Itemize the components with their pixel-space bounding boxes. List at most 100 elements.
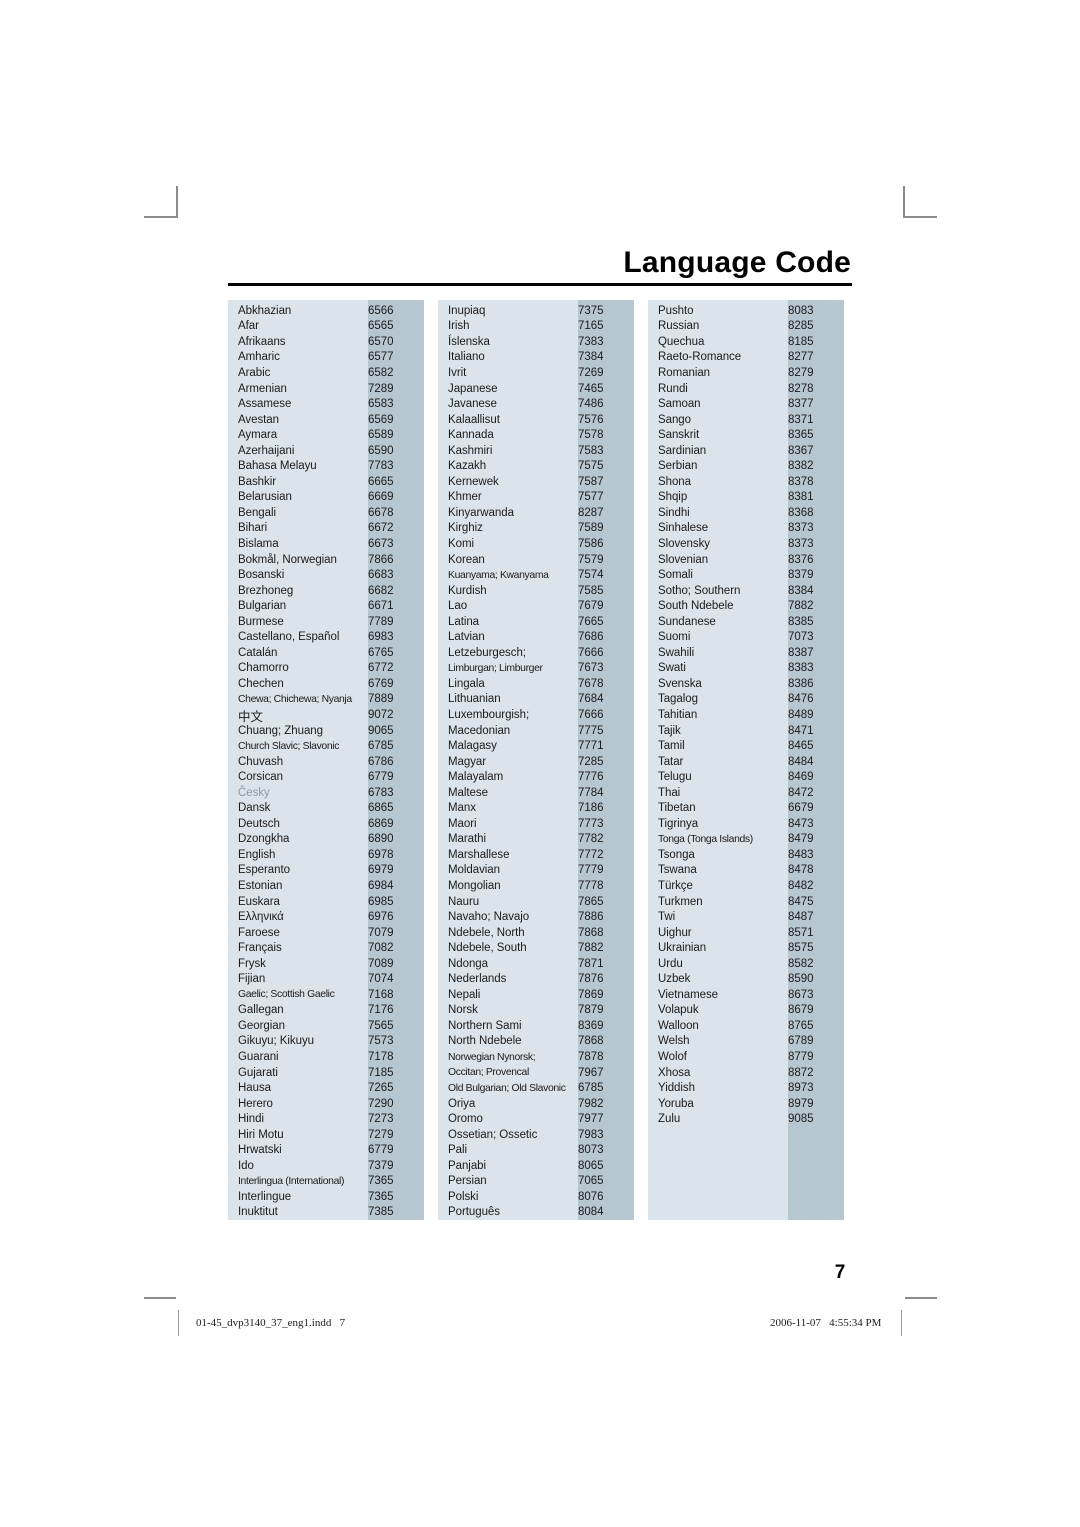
language-code: 6565 (368, 320, 394, 333)
language-name: Chewa; Chichewa; Nyanja (238, 693, 352, 705)
table-row: Yiddish 8973 (648, 1080, 844, 1096)
table-row: Thai 8472 (648, 785, 844, 801)
language-code: 7778 (578, 880, 604, 892)
language-name: Avestan (238, 413, 279, 426)
language-code: 8973 (788, 1082, 814, 1095)
language-name: Euskara (238, 895, 280, 908)
language-name: Nederlands (448, 973, 507, 986)
language-code: 6577 (368, 351, 394, 364)
table-row: Chuang; Zhuang 9065 (228, 723, 424, 739)
language-name: Lao (448, 600, 468, 613)
language-code: 8382 (788, 460, 814, 473)
language-name: Italiano (448, 351, 485, 364)
table-row: Shqip 8381 (648, 490, 844, 506)
language-code: 7289 (368, 382, 394, 395)
language-name: Gaelic; Scottish Gaelic (238, 989, 335, 1001)
language-name: Manx (448, 802, 476, 815)
language-code: 6789 (788, 1035, 814, 1048)
language-name: Moldavian (448, 864, 500, 877)
language-code: 7882 (578, 942, 604, 955)
language-code: 8465 (788, 740, 814, 753)
language-code: 7889 (368, 693, 394, 706)
table-row: Nederlands 7876 (438, 972, 634, 988)
language-name: Chechen (238, 677, 284, 690)
language-name: Somali (658, 569, 693, 582)
language-name: Samoan (658, 398, 701, 411)
table-row: Hausa 7265 (228, 1080, 424, 1096)
language-name: Quechua (658, 335, 705, 348)
language-name: Afrikaans (238, 335, 286, 348)
language-code: 8487 (788, 911, 814, 924)
table-row: Lithuanian 7684 (438, 692, 634, 708)
language-code: 7879 (578, 1004, 604, 1017)
table-row: Türkçe 8482 (648, 878, 844, 894)
column-1-rows: Abkhazian 6566 Afar 6565 Afrikaans 6570 Amhari… (228, 300, 424, 1220)
crop-mark-bottom-left-horizontal (144, 1297, 176, 1299)
table-row: Magyar 7285 (438, 754, 634, 770)
language-code: 6566 (368, 304, 394, 317)
table-row: Gikuyu; Kikuyu 7573 (228, 1034, 424, 1050)
page-number: 7 (834, 1262, 846, 1283)
table-row: Maltese 7784 (438, 785, 634, 801)
language-name: Hausa (238, 1082, 271, 1095)
table-row: Tajik 8471 (648, 723, 844, 739)
language-code: 7678 (578, 677, 604, 690)
language-code: 8872 (788, 1066, 814, 1079)
language-code: 7079 (368, 926, 394, 939)
language-name: Sanskrit (658, 429, 700, 442)
language-code: 8083 (788, 304, 814, 317)
table-row: Dzongkha 6890 (228, 832, 424, 848)
language-name: Welsh (658, 1035, 690, 1048)
language-name: Swahili (658, 646, 695, 659)
table-row: North Ndebele 7868 (438, 1034, 634, 1050)
language-code: 6978 (368, 848, 394, 861)
table-row: Italiano 7384 (438, 350, 634, 366)
language-code: 7573 (368, 1035, 394, 1048)
table-row: Sango 8371 (648, 412, 844, 428)
language-code: 8483 (788, 848, 814, 861)
column-2-rows: Inupiaq 7375 Irish 7165 Íslenska 7383 Italiano… (438, 300, 634, 1220)
language-name: Maori (448, 817, 477, 830)
language-name: Luxembourgish; (448, 708, 530, 721)
table-row: Pali 8073 (438, 1143, 634, 1159)
language-name: Chamorro (238, 662, 289, 675)
language-name: Türkçe (658, 880, 693, 892)
table-row: Slovenian 8376 (648, 552, 844, 568)
language-name: Abkhazian (238, 304, 292, 317)
table-row: Aymara 6589 (228, 427, 424, 443)
language-name: Herero (238, 1097, 273, 1110)
table-row: Zulu 9085 (648, 1111, 844, 1127)
language-code: 7666 (578, 646, 604, 659)
language-name: Bengali (238, 506, 277, 519)
language-code: 7165 (578, 320, 604, 333)
language-code: 7168 (368, 988, 394, 1001)
language-name: Magyar (448, 755, 487, 768)
language-code: 7279 (368, 1128, 394, 1141)
table-row: Íslenska 7383 (438, 334, 634, 350)
table-row: Euskara 6985 (228, 894, 424, 910)
table-row: Oriya 7982 (438, 1096, 634, 1112)
table-row: Tamil 8465 (648, 738, 844, 754)
table-row: Kernewek 7587 (438, 474, 634, 490)
language-code: 7574 (578, 569, 604, 582)
language-code: 8368 (788, 506, 814, 519)
table-row: Japanese 7465 (438, 381, 634, 397)
language-code: 7783 (368, 460, 394, 473)
language-name: Ossetian; Ossetic (448, 1128, 538, 1141)
language-code: 7383 (578, 335, 604, 348)
language-code: 7587 (578, 475, 604, 488)
table-row: South Ndebele 7882 (648, 598, 844, 614)
language-name: Kernewek (448, 475, 499, 488)
language-name: North Ndebele (448, 1035, 522, 1048)
table-row: Romanian 8279 (648, 365, 844, 381)
language-code: 7385 (368, 1206, 394, 1219)
language-code: 7665 (578, 615, 604, 628)
language-name: Kurdish (448, 584, 487, 597)
table-row: Amharic 6577 (228, 350, 424, 366)
table-row: Javanese 7486 (438, 396, 634, 412)
language-name: Volapuk (658, 1004, 699, 1017)
table-row: Komi 7586 (438, 536, 634, 552)
table-row: Faroese 7079 (228, 925, 424, 941)
language-code: 6765 (368, 646, 394, 659)
language-name: Latvian (448, 631, 485, 644)
